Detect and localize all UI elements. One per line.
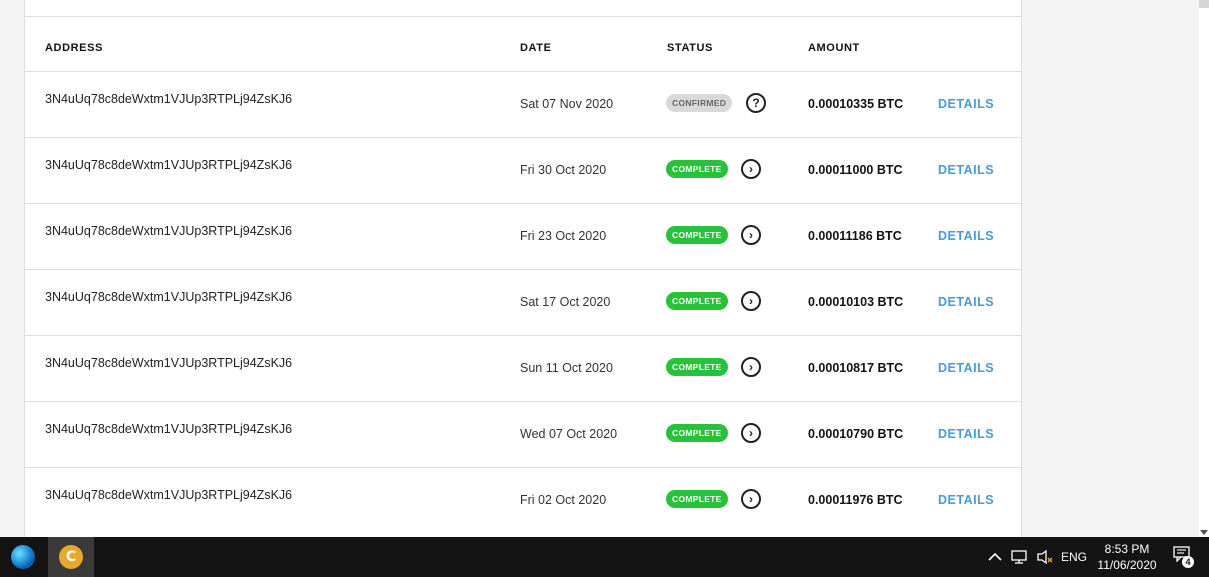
table-row: 3N4uUq78c8deWxtm1VJUp3RTPLj94ZsKJ6 Fri 23… — [25, 203, 1021, 270]
amount-cell: 0.00010817 BTC — [808, 361, 904, 375]
status-badge: CONFIRMED — [666, 94, 733, 112]
address-cell: 3N4uUq78c8deWxtm1VJUp3RTPLj94ZsKJ6 — [45, 224, 293, 238]
status-badge: COMPLETE — [666, 226, 728, 244]
address-cell: 3N4uUq78c8deWxtm1VJUp3RTPLj94ZsKJ6 — [45, 158, 293, 172]
date-cell: Wed 07 Oct 2020 — [520, 427, 618, 441]
status-badge: COMPLETE — [666, 358, 728, 376]
address-cell: 3N4uUq78c8deWxtm1VJUp3RTPLj94ZsKJ6 — [45, 92, 293, 106]
table-row: 3N4uUq78c8deWxtm1VJUp3RTPLj94ZsKJ6 Sat 17… — [25, 269, 1021, 336]
volume-tray-button[interactable] — [1036, 537, 1054, 577]
date-cell: Sat 17 Oct 2020 — [520, 295, 611, 309]
chevron-right-icon[interactable]: › — [741, 357, 761, 377]
amount-cell: 0.00010790 BTC — [808, 427, 904, 441]
chevron-up-icon — [988, 552, 1002, 561]
status-badge: COMPLETE — [666, 424, 728, 442]
status-badge: COMPLETE — [666, 490, 728, 508]
table-row: 3N4uUq78c8deWxtm1VJUp3RTPLj94ZsKJ6 Sun 11… — [25, 335, 1021, 402]
chevron-right-icon[interactable]: › — [741, 423, 761, 443]
table-row: 3N4uUq78c8deWxtm1VJUp3RTPLj94ZsKJ6 Fri 02… — [25, 467, 1021, 534]
details-link[interactable]: DETAILS — [938, 427, 994, 441]
column-header-address: ADDRESS — [45, 42, 103, 54]
action-center-button[interactable]: 4 — [1173, 546, 1194, 568]
transactions-panel: ADDRESS DATE STATUS AMOUNT 3N4uUq78c8deW… — [24, 0, 1022, 550]
date-cell: Fri 30 Oct 2020 — [520, 163, 607, 177]
network-icon — [1011, 550, 1027, 564]
address-cell: 3N4uUq78c8deWxtm1VJUp3RTPLj94ZsKJ6 — [45, 488, 293, 502]
notification-count-badge: 4 — [1182, 556, 1194, 568]
amount-cell: 0.00011000 BTC — [808, 163, 903, 177]
language-label: ENG — [1061, 550, 1088, 564]
taskbar-coin-app-button[interactable]: C — [48, 537, 94, 577]
date-cell: Fri 23 Oct 2020 — [520, 229, 607, 243]
column-header-date: DATE — [520, 42, 552, 54]
coin-app-icon: C — [59, 545, 83, 569]
clock-date: 11/06/2020 — [1097, 558, 1157, 572]
help-icon[interactable]: ? — [746, 93, 766, 113]
chevron-right-icon[interactable]: › — [741, 489, 761, 509]
address-cell: 3N4uUq78c8deWxtm1VJUp3RTPLj94ZsKJ6 — [45, 422, 293, 436]
column-header-status: STATUS — [667, 42, 713, 54]
amount-cell: 0.00011186 BTC — [808, 229, 902, 243]
details-link[interactable]: DETAILS — [938, 163, 994, 177]
scroll-down-arrow-icon[interactable] — [1200, 530, 1208, 535]
address-cell: 3N4uUq78c8deWxtm1VJUp3RTPLj94ZsKJ6 — [45, 290, 293, 304]
details-link[interactable]: DETAILS — [938, 295, 994, 309]
taskbar-clock[interactable]: 8:53 PM 11/06/2020 — [1090, 541, 1164, 573]
table-row: 3N4uUq78c8deWxtm1VJUp3RTPLj94ZsKJ6 Fri 30… — [25, 137, 1021, 204]
amount-cell: 0.00010335 BTC — [808, 97, 904, 111]
input-language-button[interactable]: ENG — [1061, 537, 1087, 577]
status-badge: COMPLETE — [666, 292, 728, 310]
scrollbar-thumb[interactable] — [1199, 0, 1209, 8]
details-link[interactable]: DETAILS — [938, 229, 994, 243]
date-cell: Sun 11 Oct 2020 — [520, 361, 613, 375]
date-cell: Fri 02 Oct 2020 — [520, 493, 607, 507]
status-badge: COMPLETE — [666, 160, 728, 178]
address-cell: 3N4uUq78c8deWxtm1VJUp3RTPLj94ZsKJ6 — [45, 356, 293, 370]
vertical-scrollbar[interactable] — [1199, 0, 1209, 537]
amount-cell: 0.00010103 BTC — [808, 295, 904, 309]
taskbar-edge-button[interactable] — [0, 537, 46, 577]
chevron-right-icon[interactable]: › — [741, 159, 761, 179]
clock-time: 8:53 PM — [1104, 542, 1150, 556]
details-link[interactable]: DETAILS — [938, 493, 994, 507]
details-link[interactable]: DETAILS — [938, 361, 994, 375]
column-header-amount: AMOUNT — [808, 42, 860, 54]
chevron-right-icon[interactable]: › — [741, 225, 761, 245]
chevron-right-icon[interactable]: › — [741, 291, 761, 311]
network-tray-button[interactable] — [1011, 537, 1029, 577]
edge-icon — [11, 545, 35, 569]
show-hidden-icons-button[interactable] — [988, 537, 1002, 577]
volume-muted-icon — [1037, 549, 1053, 565]
date-cell: Sat 07 Nov 2020 — [520, 97, 614, 111]
table-row: 3N4uUq78c8deWxtm1VJUp3RTPLj94ZsKJ6 Sat 07… — [25, 71, 1021, 138]
amount-cell: 0.00011976 BTC — [808, 493, 903, 507]
panel-divider — [25, 16, 1021, 17]
details-link[interactable]: DETAILS — [938, 97, 994, 111]
windows-taskbar: C ENG 8:53 PM 11/06/2020 4 — [0, 537, 1209, 577]
table-row: 3N4uUq78c8deWxtm1VJUp3RTPLj94ZsKJ6 Wed 07… — [25, 401, 1021, 468]
